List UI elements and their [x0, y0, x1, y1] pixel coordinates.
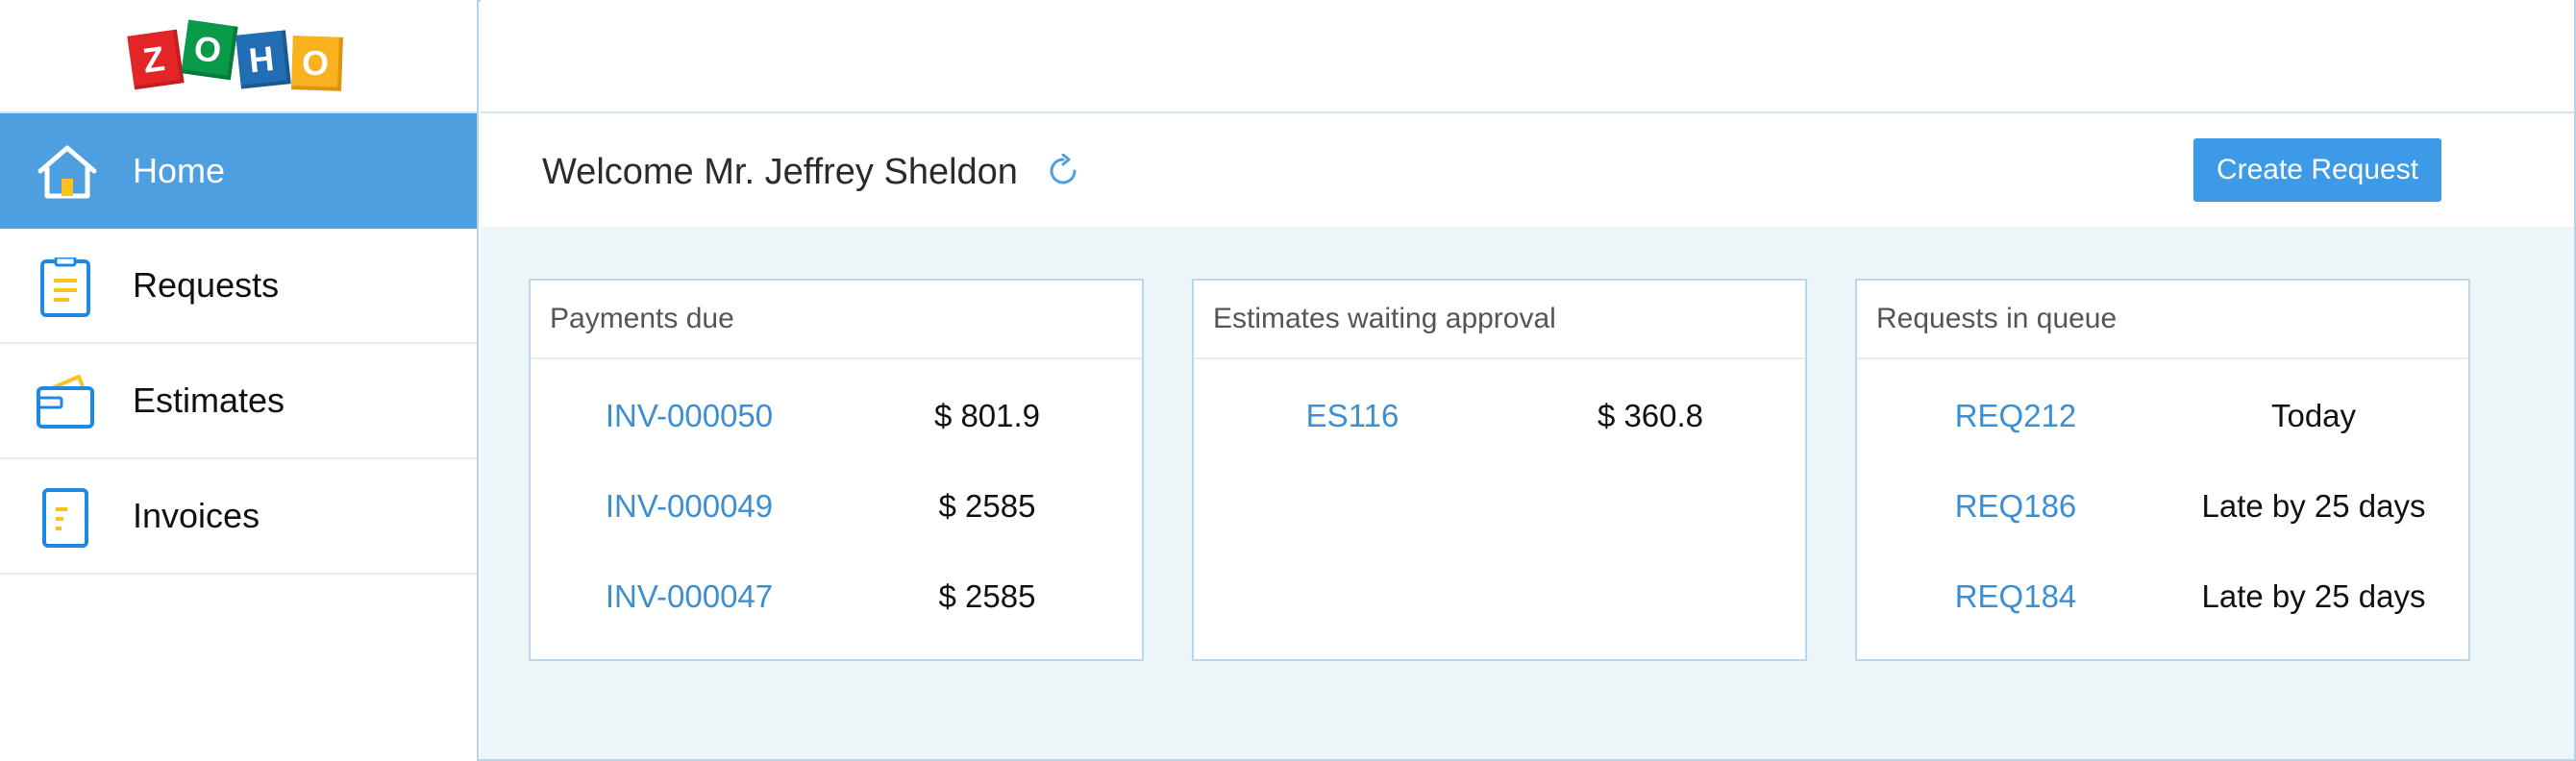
- invoice-link[interactable]: INV-000047: [531, 578, 848, 615]
- due-status: Today: [2270, 398, 2357, 433]
- due-status: Late by 25 days: [2201, 488, 2426, 524]
- amount-value: $ 2585: [938, 578, 1036, 614]
- logo-letter-h: H: [247, 38, 276, 80]
- clipboard-icon: [40, 258, 90, 317]
- list-item: INV-000047 $ 2585: [531, 567, 1142, 625]
- home-icon: [37, 145, 97, 199]
- card-title: Requests in queue: [1857, 281, 2468, 359]
- sidebar-item-label: Home: [133, 151, 226, 190]
- request-link[interactable]: REQ186: [1857, 488, 2174, 525]
- invoice-link[interactable]: INV-000050: [531, 398, 848, 434]
- sidebar-item-estimates[interactable]: Estimates: [0, 344, 477, 459]
- sidebar-item-requests[interactable]: Requests: [0, 229, 477, 344]
- card-title: Payments due: [531, 281, 1142, 359]
- sidebar: Z O H O Home Requests Estimates Invoices: [0, 0, 479, 761]
- list-item: INV-000049 $ 2585: [531, 477, 1142, 534]
- amount-value: $ 801.9: [933, 398, 1041, 433]
- refresh-icon[interactable]: [1046, 154, 1080, 188]
- list-item: REQ184 Late by 25 days: [1857, 567, 2468, 625]
- list-item: INV-000050 $ 801.9: [531, 386, 1142, 444]
- request-link[interactable]: REQ184: [1857, 578, 2174, 615]
- logo-letter-o2: O: [301, 42, 329, 83]
- sidebar-item-home[interactable]: Home: [0, 113, 477, 229]
- list-item: REQ212 Today: [1857, 386, 2468, 444]
- welcome-message: Welcome Mr. Jeffrey Sheldon: [542, 152, 1018, 192]
- sidebar-item-label: Invoices: [133, 496, 260, 535]
- estimates-waiting-card: Estimates waiting approval ES116 $ 360.8: [1192, 279, 1807, 661]
- sidebar-item-label: Requests: [133, 265, 280, 305]
- top-bar: [481, 0, 2574, 113]
- payments-due-card: Payments due INV-000050 $ 801.9 INV-0000…: [529, 279, 1144, 661]
- sidebar-item-invoices[interactable]: Invoices: [0, 459, 477, 575]
- requests-queue-card: Requests in queue REQ212 Today REQ186 La…: [1855, 279, 2470, 661]
- logo-area: Z O H O: [0, 0, 477, 113]
- due-status: Late by 25 days: [2201, 578, 2426, 614]
- zoho-logo[interactable]: Z O H O: [127, 19, 352, 100]
- card-title: Estimates waiting approval: [1194, 281, 1805, 359]
- amount-value: $ 2585: [938, 488, 1036, 524]
- list-item: REQ186 Late by 25 days: [1857, 477, 2468, 534]
- amount-value: $ 360.8: [1597, 398, 1704, 433]
- page-header: Welcome Mr. Jeffrey Sheldon Create Reque…: [481, 115, 2574, 227]
- logo-letter-o1: O: [191, 28, 223, 71]
- wallet-icon: [37, 375, 94, 429]
- dashboard-content: Payments due INV-000050 $ 801.9 INV-0000…: [481, 227, 2574, 759]
- create-request-button[interactable]: Create Request: [2193, 138, 2441, 202]
- invoice-link[interactable]: INV-000049: [531, 488, 848, 525]
- estimate-link[interactable]: ES116: [1194, 398, 1511, 434]
- request-link[interactable]: REQ212: [1857, 398, 2174, 434]
- list-item: ES116 $ 360.8: [1194, 386, 1805, 444]
- sidebar-item-label: Estimates: [133, 380, 285, 420]
- document-icon: [42, 488, 88, 548]
